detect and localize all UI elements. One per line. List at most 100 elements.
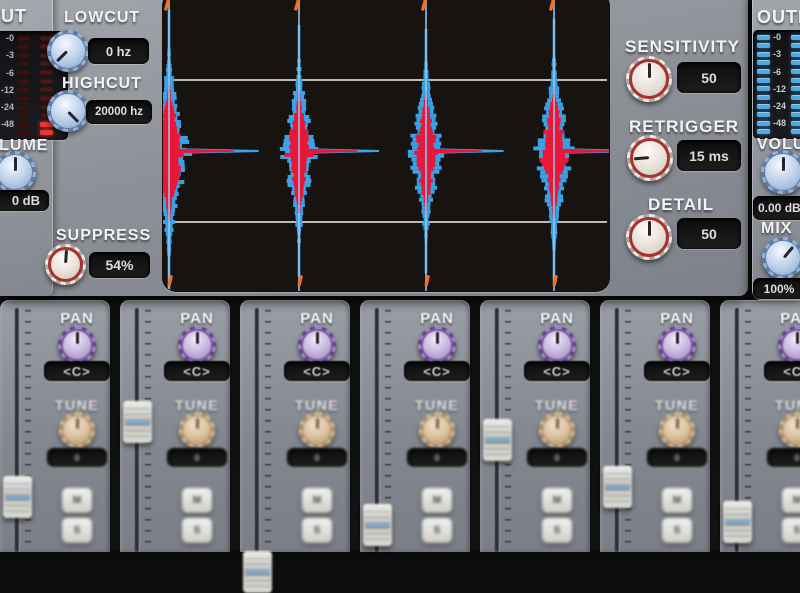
solo-button[interactable]: S: [422, 518, 452, 543]
pan-label: PAN: [267, 310, 367, 327]
knob-pointer: [782, 330, 800, 360]
mixer-channel-strip: PAN <C> TUNE 0 M S: [720, 300, 800, 552]
meter-row: [757, 129, 800, 135]
meter-led: [757, 86, 770, 91]
pan-knob[interactable]: [61, 329, 93, 361]
lowcut-knob[interactable]: [50, 33, 86, 69]
sensitivity-label: SENSITIVITY: [625, 37, 740, 57]
meter-led: [17, 130, 30, 135]
output-volume-knob[interactable]: [764, 153, 800, 191]
meter-led: [791, 60, 800, 65]
meter-led: [17, 122, 30, 127]
retrigger-knob[interactable]: [630, 138, 670, 178]
detail-knob[interactable]: [629, 217, 669, 257]
pan-label: PAN: [27, 310, 127, 327]
sensitivity-knob[interactable]: [629, 59, 669, 99]
meter-led: [757, 35, 770, 40]
meter-led: [17, 87, 30, 92]
highcut-readout: 20000 hz: [86, 100, 152, 124]
knob-pointer: [62, 330, 92, 360]
pan-knob[interactable]: [301, 329, 333, 361]
tune-label: TUNE: [627, 397, 727, 413]
mute-button[interactable]: M: [422, 488, 452, 513]
tune-knob[interactable]: [542, 415, 572, 445]
meter-scale-label: -6: [0, 70, 14, 76]
knob-pointer: [662, 330, 692, 360]
fader-rail: [615, 308, 619, 552]
solo-button[interactable]: S: [542, 518, 572, 543]
retrigger-readout: 15 ms: [677, 140, 741, 171]
knob-pointer: [423, 416, 451, 444]
pan-knob[interactable]: [181, 329, 213, 361]
meter-row: [757, 60, 800, 66]
meter-led: [791, 129, 800, 134]
solo-button[interactable]: S: [662, 518, 692, 543]
solo-button[interactable]: S: [62, 518, 92, 543]
meter-scale-label: -24: [770, 103, 791, 109]
meter-led: [17, 79, 30, 84]
meter-scale-label: -6: [770, 69, 791, 75]
meter-led: [791, 112, 800, 117]
pan-value-readout: <C>: [284, 361, 350, 381]
tune-label: TUNE: [267, 397, 367, 413]
lowcut-readout: 0 hz: [88, 38, 149, 64]
knob-pointer: [543, 416, 571, 444]
waveform-display[interactable]: [162, 0, 610, 292]
fader-handle[interactable]: [603, 466, 632, 508]
mixer-channel-strip: PAN <C> TUNE 0 M S: [480, 300, 590, 552]
knob-pointer: [44, 87, 92, 135]
tune-knob[interactable]: [422, 415, 452, 445]
tune-value-readout: 0: [47, 448, 107, 467]
fader-handle[interactable]: [243, 551, 272, 593]
highcut-knob[interactable]: [50, 93, 86, 129]
input-volume-readout: 0 dB: [0, 190, 49, 211]
pan-value-readout: <C>: [524, 361, 590, 381]
meter-led: [17, 105, 30, 110]
suppress-knob[interactable]: [48, 247, 83, 282]
pan-value-readout: <C>: [44, 361, 110, 381]
meter-scale-label: -12: [0, 87, 14, 93]
knob-pointer: [0, 155, 32, 189]
meter-led: [17, 70, 30, 75]
knob-pointer: [48, 247, 83, 282]
mute-button[interactable]: M: [62, 488, 92, 513]
output-volume-readout: 0.00 dB: [753, 196, 800, 220]
pan-label: PAN: [747, 310, 800, 327]
pan-value-readout: <C>: [164, 361, 230, 381]
meter-led: [757, 121, 770, 126]
output-level-meter: -0-3-6-12-24-48: [753, 30, 800, 139]
input-volume-knob[interactable]: [0, 154, 33, 190]
fader-handle[interactable]: [363, 504, 392, 546]
tune-value-readout: 0: [407, 448, 467, 467]
tune-label: TUNE: [387, 397, 487, 413]
mute-button[interactable]: M: [542, 488, 572, 513]
mix-knob[interactable]: [765, 240, 800, 276]
pan-knob[interactable]: [421, 329, 453, 361]
meter-led: [757, 69, 770, 74]
tune-knob[interactable]: [662, 415, 692, 445]
pan-knob[interactable]: [541, 329, 573, 361]
pan-knob[interactable]: [781, 329, 800, 361]
pan-knob[interactable]: [661, 329, 693, 361]
knob-pointer: [44, 27, 92, 75]
knob-pointer: [663, 416, 691, 444]
fader-handle[interactable]: [3, 476, 32, 518]
mute-button[interactable]: M: [782, 488, 800, 513]
tune-value-readout: 0: [647, 448, 707, 467]
tune-knob[interactable]: [182, 415, 212, 445]
tune-label: TUNE: [147, 397, 247, 413]
meter-row: [757, 94, 800, 100]
mute-button[interactable]: M: [662, 488, 692, 513]
fader-tick-marks: [625, 310, 631, 550]
solo-button[interactable]: S: [182, 518, 212, 543]
mute-button[interactable]: M: [182, 488, 212, 513]
tune-knob[interactable]: [62, 415, 92, 445]
solo-button[interactable]: S: [302, 518, 332, 543]
fader-handle[interactable]: [723, 501, 752, 543]
fader-handle[interactable]: [483, 419, 512, 461]
solo-button[interactable]: S: [782, 518, 800, 543]
tune-knob[interactable]: [302, 415, 332, 445]
mute-button[interactable]: M: [302, 488, 332, 513]
pan-value-readout: <C>: [404, 361, 470, 381]
tune-knob[interactable]: [782, 415, 800, 445]
